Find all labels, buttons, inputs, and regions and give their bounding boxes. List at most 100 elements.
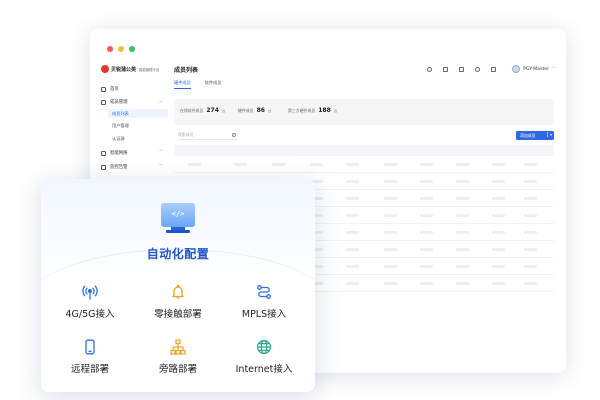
table-cell-placeholder — [384, 163, 397, 166]
table-cell-placeholder — [492, 163, 505, 166]
bell-icon — [170, 284, 186, 300]
table-cell-placeholder — [346, 163, 359, 166]
tab-hardware-members[interactable]: 硬件成员 — [174, 80, 191, 89]
table-cell-placeholder — [456, 265, 469, 268]
sidebar-item-members[interactable]: 成员管理 ︿ — [101, 98, 163, 105]
table-cell-placeholder — [420, 265, 433, 268]
table-cell-placeholder — [524, 231, 537, 234]
chevron-down-icon: ﹀ — [552, 66, 556, 71]
stat-value: 86 — [256, 107, 265, 114]
table-cell-placeholder — [346, 180, 359, 183]
table-cell-placeholder — [492, 214, 505, 217]
add-member-button[interactable]: 添加成员 ▾ — [516, 131, 554, 140]
chevron-down-icon: ﹀ — [159, 163, 163, 168]
table-cell-placeholder — [524, 197, 537, 200]
table-cell-placeholder — [420, 163, 433, 166]
table-cell-placeholder — [524, 180, 537, 183]
table-cell-placeholder — [420, 248, 433, 251]
stat-value: 188 — [318, 107, 331, 114]
sidebar-item-home[interactable]: 首页 — [101, 86, 163, 92]
chevron-down-icon[interactable]: ▾ — [546, 132, 552, 137]
table-cell-placeholder — [492, 197, 505, 200]
stat-label: 在线软件成员 — [180, 108, 204, 113]
table-cell-placeholder — [456, 163, 469, 166]
brand-name: 贝锐蒲公英 — [111, 66, 137, 73]
table-cell-placeholder — [310, 163, 323, 166]
table-cell-placeholder — [346, 231, 359, 234]
sidebar-subitem-user-management[interactable]: 用户管理 — [112, 123, 129, 129]
feature-mpls: MPLS接入 — [209, 284, 315, 324]
home-icon — [101, 86, 106, 92]
network-icon — [101, 150, 106, 156]
table-cell-placeholder — [384, 197, 397, 200]
chevron-up-icon: ︿ — [159, 98, 163, 103]
brand-subtitle: 智能管理平台 — [139, 67, 160, 72]
table-cell-placeholder — [384, 282, 397, 285]
members-icon — [101, 99, 106, 105]
route-icon — [256, 284, 272, 300]
table-cell-placeholder — [384, 231, 397, 234]
search-icon — [232, 133, 236, 137]
document-icon[interactable] — [459, 67, 464, 72]
table-cell-placeholder — [456, 214, 469, 217]
tab-software-members[interactable]: 软件成员 — [205, 80, 222, 89]
table-cell-placeholder — [492, 180, 505, 183]
download-icon[interactable] — [443, 67, 448, 72]
stat-third-party: 第三方硬件成员 188 台 — [288, 107, 337, 114]
avatar — [512, 65, 521, 73]
member-tabs: 硬件成员 软件成员 — [174, 80, 222, 89]
stat-label: 硬件成员 — [238, 108, 254, 113]
table-cell-placeholder — [346, 248, 359, 251]
table-cell-placeholder — [456, 180, 469, 183]
feature-card: </> 自动化配置 4G/5G接入 零接触部署 MPLS接入 远程部署 旁路部署… — [41, 179, 315, 392]
table-cell-placeholder — [384, 214, 397, 217]
sidebar-item-smart-network[interactable]: 智能网络 ﹀ — [101, 149, 163, 156]
minimize-window-button[interactable] — [118, 46, 124, 52]
user-menu[interactable]: PGY-Master ﹀ — [512, 65, 556, 73]
feature-label: MPLS接入 — [241, 309, 287, 320]
table-cell-placeholder — [384, 180, 397, 183]
table-cell-placeholder — [234, 163, 247, 166]
sidebar-item-label: 智能网络 — [110, 151, 128, 156]
bell-icon[interactable] — [475, 67, 480, 72]
table-cell-placeholder — [492, 248, 505, 251]
table-cell-placeholder — [492, 282, 505, 285]
maximize-window-button[interactable] — [129, 46, 135, 52]
feature-label: Internet接入 — [235, 364, 293, 375]
table-cell-placeholder — [492, 265, 505, 268]
table-row[interactable] — [174, 156, 554, 173]
signal-tower-icon — [82, 284, 98, 300]
table-cell-placeholder — [456, 231, 469, 234]
table-cell-placeholder — [456, 248, 469, 251]
card-title: 自动化配置 — [146, 247, 210, 261]
sidebar-subitem-auth-source[interactable]: 认证源 — [112, 136, 125, 142]
brand: 贝锐蒲公英 智能管理平台 — [101, 65, 159, 73]
sidebar-subitem-member-list[interactable]: 成员列表 — [108, 109, 168, 118]
network-tree-icon — [170, 339, 186, 355]
table-cell-placeholder — [492, 231, 505, 234]
apps-grid-icon[interactable] — [491, 67, 496, 72]
sidebar-item-monitor-alarm[interactable]: 监控告警 ﹀ — [101, 163, 163, 170]
globe-icon — [256, 339, 272, 355]
table-cell-placeholder — [420, 180, 433, 183]
sidebar-item-label: 监控告警 — [110, 165, 128, 170]
stats-bar: 在线软件成员 274 台 硬件成员 86 台 第三方硬件成员 188 台 — [174, 99, 554, 125]
table-cell-placeholder — [346, 265, 359, 268]
stat-unit: 台 — [267, 109, 272, 113]
table-cell-placeholder — [346, 282, 359, 285]
table-cell-placeholder — [524, 282, 537, 285]
user-name: PGY-Master — [523, 66, 549, 72]
table-cell-placeholder — [524, 265, 537, 268]
table-cell-placeholder — [188, 163, 201, 166]
refresh-icon[interactable] — [427, 67, 432, 72]
table-cell-placeholder — [420, 282, 433, 285]
search-input[interactable]: 搜索成员 — [178, 131, 238, 140]
mobile-phone-icon — [82, 339, 98, 355]
table-cell-placeholder — [346, 197, 359, 200]
search-placeholder: 搜索成员 — [178, 132, 194, 137]
table-cell-placeholder — [524, 248, 537, 251]
close-window-button[interactable] — [107, 46, 113, 52]
add-member-label: 添加成员 — [520, 132, 536, 138]
stat-label: 第三方硬件成员 — [288, 108, 316, 113]
table-cell-placeholder — [384, 248, 397, 251]
